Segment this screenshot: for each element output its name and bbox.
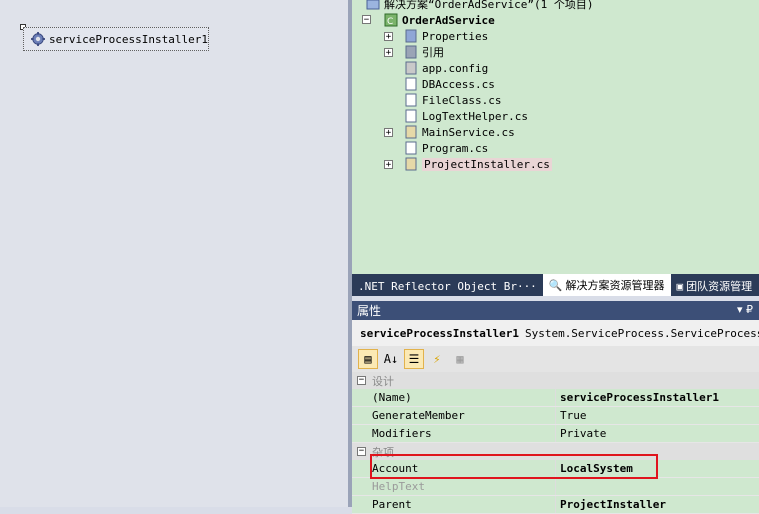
tab-team-explorer-label: 团队资源管理	[686, 280, 753, 293]
property-row-parent[interactable]: Parent ProjectInstaller	[352, 496, 759, 514]
solution-item[interactable]: LogTextHelper.cs	[384, 108, 528, 124]
property-name: Modifiers	[368, 425, 556, 442]
gear-icon	[31, 31, 46, 47]
solution-explorer[interactable]: 解决方案“OrderAdService”(1 个项目) − C OrderAdS…	[352, 0, 759, 274]
solution-item[interactable]: + Properties	[384, 28, 488, 44]
tool-window-tabs: .NET Reflector Object Br··· 🔍 解决方案资源管理器 …	[352, 274, 759, 296]
cs-file-icon	[404, 93, 418, 107]
events-icon[interactable]: ⚡	[427, 349, 447, 369]
property-row-modifiers[interactable]: Modifiers Private	[352, 425, 759, 443]
categorized-icon[interactable]: ▤	[358, 349, 378, 369]
solution-item[interactable]: DBAccess.cs	[384, 76, 495, 92]
svg-text:C: C	[387, 17, 393, 27]
solution-item[interactable]: + ProjectInstaller.cs	[384, 156, 552, 172]
project-node[interactable]: − C OrderAdService	[362, 12, 495, 28]
solution-item-label: MainService.cs	[422, 125, 515, 139]
config-file-icon	[404, 61, 418, 75]
properties-title: 属性	[357, 304, 382, 318]
object-type: System.ServiceProcess.ServiceProcessIn	[524, 326, 759, 340]
pin-icon[interactable]: ▾ ₽	[737, 303, 753, 316]
tab-solution-explorer-label: 解决方案资源管理器	[565, 279, 665, 292]
expand-toggle[interactable]: +	[384, 48, 393, 58]
property-row-generatemember[interactable]: GenerateMember True	[352, 407, 759, 425]
property-value[interactable]: ProjectInstaller	[556, 496, 759, 513]
service-process-installer-component[interactable]: serviceProcessInstaller1	[23, 27, 209, 51]
property-value[interactable]: LocalSystem	[556, 460, 759, 477]
property-row-name[interactable]: (Name) serviceProcessInstaller1	[352, 389, 759, 407]
object-selector[interactable]: serviceProcessInstaller1 System.ServiceP…	[352, 320, 759, 346]
category-design[interactable]: − 设计	[352, 372, 759, 389]
property-grid[interactable]: − 设计 (Name) serviceProcessInstaller1 Gen…	[352, 372, 759, 514]
category-label: 设计	[372, 374, 394, 388]
solution-node[interactable]: 解决方案“OrderAdService”(1 个项目)	[366, 0, 593, 12]
cs-file-icon	[404, 109, 418, 123]
solution-item-label: 引用	[422, 46, 444, 59]
solution-item-label: Properties	[422, 29, 489, 43]
cs-file-icon	[404, 141, 418, 155]
designer-surface[interactable]: serviceProcessInstaller1	[0, 0, 348, 507]
solution-item-label: FileClass.cs	[422, 93, 502, 107]
properties-folder-icon	[404, 29, 418, 43]
project-label: OrderAdService	[402, 13, 495, 27]
component-label: serviceProcessInstaller1	[49, 32, 208, 46]
collapse-toggle[interactable]: −	[357, 376, 366, 385]
solution-item-label: ProjectInstaller.cs	[422, 157, 552, 171]
tab-reflector[interactable]: .NET Reflector Object Br···	[352, 276, 543, 296]
expand-toggle[interactable]: +	[384, 32, 393, 42]
references-folder-icon	[404, 45, 418, 59]
expand-toggle[interactable]: +	[384, 160, 393, 170]
solution-item-label: Program.cs	[422, 141, 489, 155]
property-name: HelpText	[368, 478, 556, 495]
solution-item[interactable]: Program.cs	[384, 140, 488, 156]
solution-item-label: DBAccess.cs	[422, 77, 495, 91]
property-name: Account	[368, 460, 556, 477]
tab-team-explorer[interactable]: ▣ 团队资源管理	[671, 276, 759, 296]
properties-icon[interactable]: ☰	[404, 349, 424, 369]
solution-explorer-icon: 🔍	[548, 278, 563, 292]
property-value[interactable]: serviceProcessInstaller1	[556, 389, 759, 406]
property-value[interactable]: True	[556, 407, 759, 424]
property-name: Parent	[368, 496, 556, 513]
properties-header: 属性 ▾ ₽	[352, 301, 759, 320]
property-name: (Name)	[368, 389, 556, 406]
property-value[interactable]: Private	[556, 425, 759, 442]
solution-item[interactable]: FileClass.cs	[384, 92, 501, 108]
csharp-project-icon: C	[384, 13, 398, 27]
expand-toggle[interactable]: +	[384, 128, 393, 138]
property-row-helptext[interactable]: HelpText	[352, 478, 759, 496]
alphabetical-icon[interactable]: A↓	[381, 349, 401, 369]
cs-file-icon	[404, 77, 418, 91]
collapse-toggle[interactable]: −	[362, 15, 371, 25]
property-name: GenerateMember	[368, 407, 556, 424]
solution-item-label: LogTextHelper.cs	[422, 109, 528, 123]
team-explorer-icon: ▣	[676, 279, 684, 293]
property-pages-icon[interactable]: ▦	[450, 349, 470, 369]
solution-icon	[366, 0, 380, 11]
solution-item[interactable]: + 引用	[384, 44, 444, 60]
object-name: serviceProcessInstaller1	[360, 326, 519, 340]
service-file-icon	[404, 157, 418, 171]
solution-label: 解决方案“OrderAdService”(1 个项目)	[384, 0, 594, 11]
category-misc[interactable]: − 杂项	[352, 443, 759, 460]
category-label: 杂项	[372, 445, 394, 459]
properties-toolbar: ▤ A↓ ☰ ⚡ ▦	[352, 346, 759, 372]
collapse-toggle[interactable]: −	[357, 447, 366, 456]
solution-item[interactable]: + MainService.cs	[384, 124, 515, 140]
property-row-account[interactable]: Account LocalSystem	[352, 460, 759, 478]
solution-item-label: app.config	[422, 61, 489, 75]
solution-item[interactable]: app.config	[384, 60, 488, 76]
property-value[interactable]	[556, 478, 759, 495]
service-file-icon	[404, 125, 418, 139]
tab-solution-explorer[interactable]: 🔍 解决方案资源管理器	[542, 274, 671, 296]
